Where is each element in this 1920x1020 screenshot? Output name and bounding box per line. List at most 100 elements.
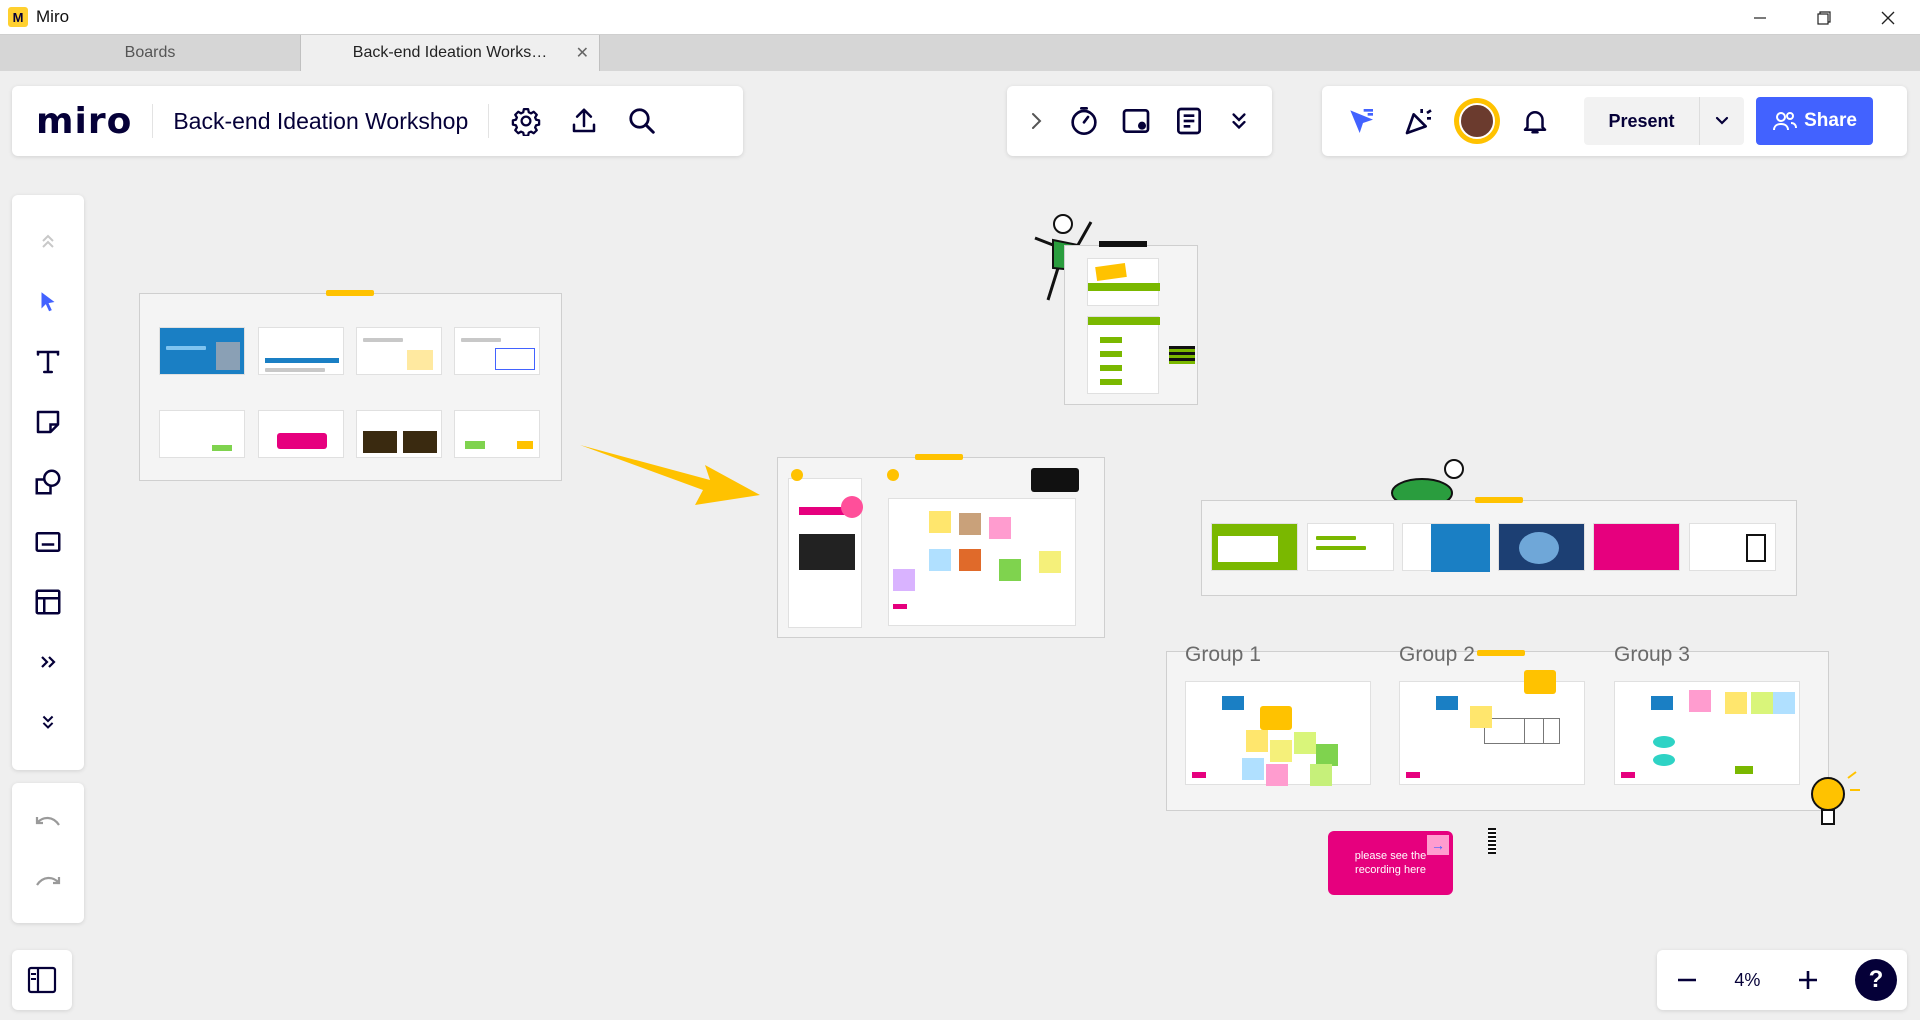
- recording-note[interactable]: please see the recording here →: [1328, 831, 1453, 895]
- zoom-in-button[interactable]: [1788, 960, 1828, 1000]
- collapse-up-icon: [42, 234, 54, 248]
- sidebar-icon: [27, 966, 57, 994]
- sticky-note-tool[interactable]: [12, 395, 84, 449]
- export-button[interactable]: [555, 92, 613, 150]
- board-title[interactable]: Back-end Ideation Workshop: [173, 108, 468, 135]
- arrow-connector[interactable]: [575, 440, 765, 510]
- users-icon: [1773, 112, 1798, 131]
- sticky-note-icon: [36, 410, 60, 434]
- group-board[interactable]: [1614, 681, 1800, 785]
- search-icon: [629, 108, 656, 134]
- restore-icon[interactable]: [1792, 0, 1856, 35]
- slide-thumbnail[interactable]: [159, 327, 245, 375]
- slide-thumbnail[interactable]: [454, 327, 540, 375]
- board-section[interactable]: [887, 469, 1076, 626]
- frame-tab: [1477, 650, 1525, 656]
- app-title: Miro: [36, 7, 70, 26]
- flow-card[interactable]: [1498, 523, 1585, 571]
- present-group: Present: [1584, 97, 1744, 145]
- expand-down-button[interactable]: [12, 695, 84, 749]
- share-button[interactable]: Share: [1756, 97, 1873, 145]
- chevrons-down-icon[interactable]: [1226, 108, 1252, 134]
- avatar-button[interactable]: [1448, 92, 1506, 150]
- text-tool[interactable]: [12, 335, 84, 389]
- help-button[interactable]: ?: [1855, 959, 1897, 1001]
- flow-card[interactable]: [1307, 523, 1394, 571]
- slide-thumbnail[interactable]: [258, 410, 344, 458]
- flow-card[interactable]: [1593, 523, 1680, 571]
- frame-tab: [915, 454, 963, 460]
- zoom-out-button[interactable]: [1667, 960, 1707, 1000]
- more-tools-button[interactable]: [12, 635, 84, 689]
- templates-tool[interactable]: [12, 575, 84, 629]
- tab-boards[interactable]: Boards: [0, 35, 300, 71]
- shapes-tool[interactable]: [12, 455, 84, 509]
- gear-icon: [512, 108, 541, 136]
- share-label: Share: [1804, 110, 1857, 131]
- card-icon: [35, 532, 61, 552]
- settings-button[interactable]: [497, 92, 555, 150]
- frame-tab: [1099, 241, 1147, 247]
- agenda-card[interactable]: [1087, 316, 1160, 394]
- select-icon: [41, 292, 55, 312]
- chevron-down-icon: [1715, 116, 1729, 125]
- flow-card[interactable]: [1689, 523, 1776, 571]
- card-icon[interactable]: [1120, 105, 1152, 137]
- zoom-bar: 4% ?: [1657, 950, 1907, 1010]
- slide-thumbnail[interactable]: [454, 410, 540, 458]
- celebrate-icon: [1405, 109, 1432, 135]
- undo-redo-bar: [12, 783, 84, 923]
- zoom-level[interactable]: 4%: [1734, 970, 1760, 991]
- minimize-icon[interactable]: [1728, 0, 1792, 35]
- ideas-flow-frame[interactable]: [1201, 497, 1797, 596]
- minus-icon: [1678, 978, 1696, 982]
- miro-logo[interactable]: miro: [36, 101, 132, 142]
- frames-panel-button[interactable]: [12, 950, 72, 1010]
- lightbulb-icon: [1811, 771, 1860, 825]
- redo-icon: [36, 876, 61, 886]
- window-controls: [1728, 0, 1920, 35]
- slides-frame[interactable]: [139, 290, 562, 481]
- slide-thumbnail[interactable]: [258, 327, 344, 375]
- plus-icon: [1798, 971, 1817, 989]
- tab-board[interactable]: Back-end Ideation Works… ✕: [300, 35, 600, 71]
- upload-icon: [573, 108, 596, 133]
- groups-frame[interactable]: Group 1 Group 2 Group 3: [1166, 643, 1829, 811]
- timer-icon[interactable]: [1068, 105, 1100, 137]
- present-button[interactable]: Present: [1584, 97, 1699, 145]
- board-header: miro Back-end Ideation Workshop: [12, 86, 743, 156]
- flow-card[interactable]: [1211, 523, 1298, 571]
- notes-icon[interactable]: [1173, 105, 1205, 137]
- tab-bar: Boards Back-end Ideation Works… ✕: [0, 35, 1920, 71]
- collapse-up-button[interactable]: [12, 215, 84, 269]
- card-tool[interactable]: [12, 515, 84, 569]
- notifications-button[interactable]: [1506, 92, 1564, 150]
- select-tool[interactable]: [12, 275, 84, 329]
- group-board[interactable]: [1399, 670, 1585, 785]
- cursor-button[interactable]: [1332, 92, 1390, 150]
- avatar: [1454, 98, 1500, 144]
- present-dropdown[interactable]: [1699, 97, 1744, 145]
- text-icon: [36, 350, 60, 374]
- divider: [488, 104, 490, 138]
- celebrate-button[interactable]: [1390, 92, 1448, 150]
- workshop-frame[interactable]: [777, 454, 1105, 638]
- slide-thumbnail[interactable]: [356, 410, 442, 458]
- left-toolbar: [12, 195, 84, 770]
- flow-card[interactable]: [1402, 523, 1490, 572]
- agenda-frame[interactable]: [1064, 241, 1198, 405]
- link-arrow-icon[interactable]: →: [1427, 835, 1449, 855]
- group-board[interactable]: [1185, 681, 1371, 786]
- miro-app-icon: M: [8, 7, 28, 27]
- undo-icon: [35, 816, 60, 826]
- slide-thumbnail[interactable]: [159, 410, 245, 458]
- slide-thumbnail[interactable]: [356, 327, 442, 375]
- chevron-right-icon[interactable]: [1027, 110, 1047, 132]
- redo-button[interactable]: [12, 858, 84, 912]
- search-button[interactable]: [613, 92, 671, 150]
- recording-note-text: please see the recording here: [1354, 850, 1427, 876]
- agenda-card[interactable]: [1087, 258, 1160, 306]
- tab-close-icon[interactable]: ✕: [576, 43, 589, 63]
- undo-button[interactable]: [12, 798, 84, 852]
- close-icon[interactable]: [1856, 0, 1920, 35]
